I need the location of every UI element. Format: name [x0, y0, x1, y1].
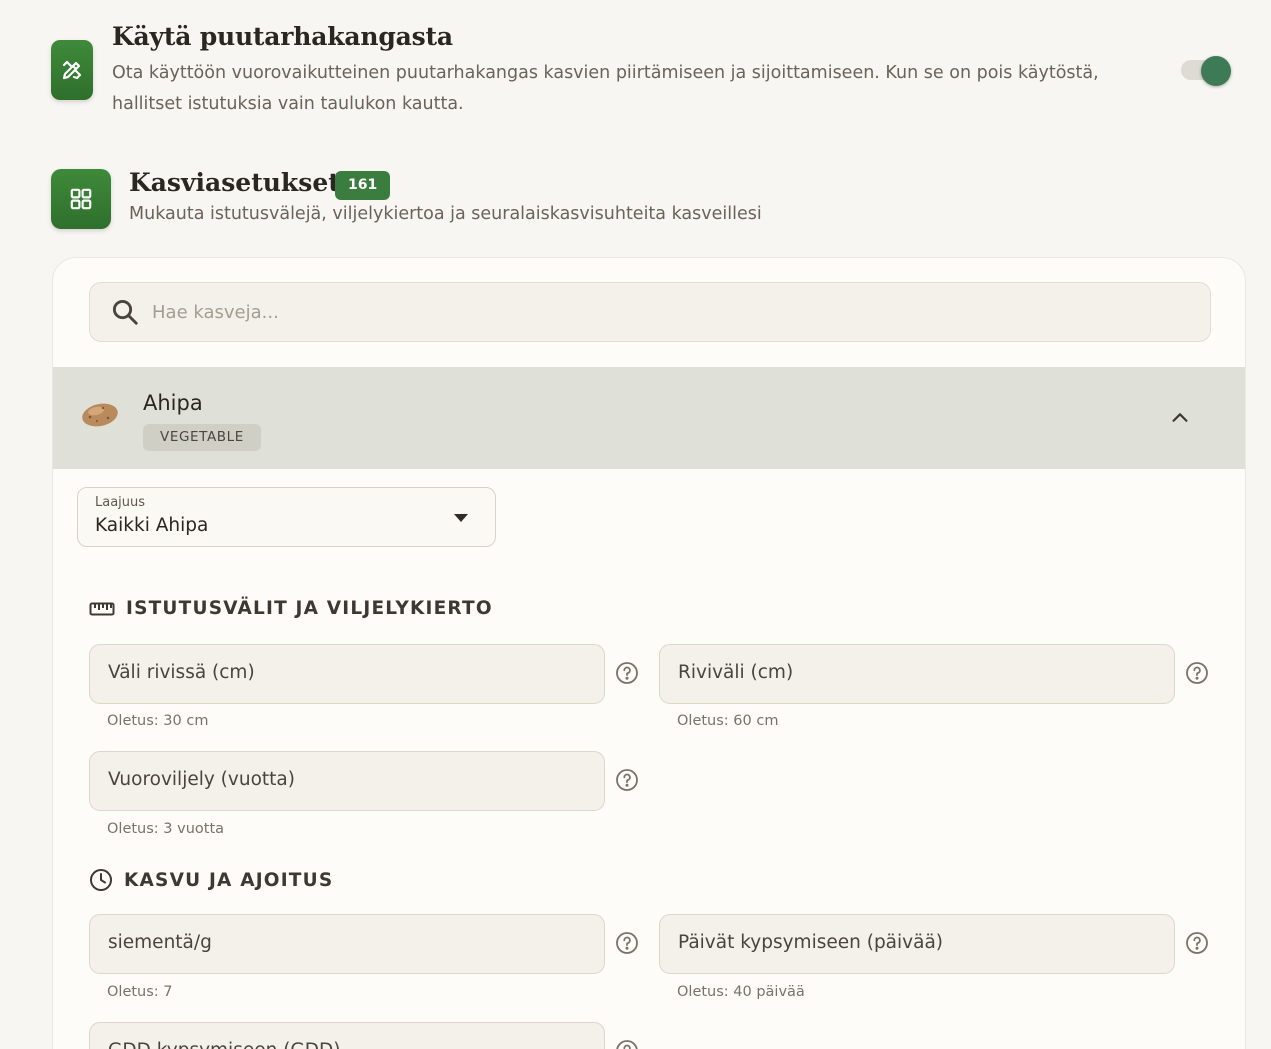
- seeds-per-gram-hint: Oletus: 7: [107, 984, 173, 1000]
- clock-icon: [90, 869, 112, 891]
- row-spacing-hint: Oletus: 60 cm: [677, 713, 779, 729]
- crop-rotation-hint: Oletus: 3 vuotta: [107, 821, 225, 837]
- plant-count-badge: 161: [335, 171, 391, 200]
- canvas-toggle[interactable]: [1181, 54, 1233, 88]
- plant-name: Ahipa: [143, 391, 203, 415]
- field-label: siementä/g: [108, 931, 212, 953]
- section-growth-label: KASVU JA AJOITUS: [124, 869, 334, 891]
- ruler-icon: [89, 602, 115, 615]
- pencil-ruler-icon: [51, 40, 93, 100]
- help-circle-icon[interactable]: [615, 661, 639, 685]
- days-to-maturity-field[interactable]: Päivät kypsymiseen (päivää): [659, 914, 1175, 974]
- chevron-up-icon[interactable]: [1169, 407, 1191, 429]
- section-growth-title: KASVU JA AJOITUS: [89, 868, 333, 892]
- row-spacing-field[interactable]: Riviväli (cm): [659, 644, 1175, 704]
- grid-icon: [51, 169, 111, 229]
- help-circle-icon[interactable]: [615, 768, 639, 792]
- ahipa-tuber-icon: [82, 403, 118, 427]
- plant-settings-card: Ahipa VEGETABLE Laajuus Kaikki Ahipa IST…: [52, 257, 1246, 1049]
- in-row-spacing-field[interactable]: Väli rivissä (cm): [89, 644, 605, 704]
- toggle-thumb: [1201, 56, 1231, 86]
- days-to-maturity-hint: Oletus: 40 päivää: [677, 984, 805, 1000]
- caret-down-icon: [454, 514, 468, 522]
- plant-category-tag: VEGETABLE: [143, 424, 261, 451]
- plant-settings-title: Kasviasetukset: [129, 168, 340, 197]
- help-circle-icon[interactable]: [1185, 661, 1209, 685]
- plant-row-ahipa[interactable]: Ahipa VEGETABLE: [53, 367, 1245, 469]
- scope-select[interactable]: Laajuus Kaikki Ahipa: [77, 487, 496, 547]
- plant-settings-description: Mukauta istutusvälejä, viljelykiertoa ja…: [129, 204, 762, 224]
- crop-rotation-field[interactable]: Vuoroviljely (vuotta): [89, 751, 605, 811]
- gdd-to-maturity-field[interactable]: GDD kypsymiseen (GDD): [89, 1022, 605, 1049]
- plant-settings-header: Kasviasetukset 161 Mukauta istutusvälejä…: [51, 168, 1241, 230]
- field-label: GDD kypsymiseen (GDD): [108, 1040, 340, 1049]
- field-label: Väli rivissä (cm): [108, 661, 255, 683]
- canvas-setting-description: Ota käyttöön vuorovaikutteinen puutarhak…: [112, 63, 1099, 114]
- search-icon: [112, 299, 138, 325]
- canvas-setting-title: Käytä puutarhakangasta: [112, 22, 453, 51]
- field-label: Vuoroviljely (vuotta): [108, 768, 295, 790]
- search-box: [89, 282, 1211, 342]
- field-label: Päivät kypsymiseen (päivää): [678, 931, 943, 953]
- section-spacing-title: ISTUTUSVÄLIT JA VILJELYKIERTO: [89, 598, 493, 619]
- search-input[interactable]: [152, 301, 1152, 323]
- field-label: Riviväli (cm): [678, 661, 794, 683]
- scope-value: Kaikki Ahipa: [95, 515, 209, 536]
- section-spacing-label: ISTUTUSVÄLIT JA VILJELYKIERTO: [126, 598, 493, 619]
- seeds-per-gram-field[interactable]: siementä/g: [89, 914, 605, 974]
- scope-label: Laajuus: [95, 495, 146, 510]
- help-circle-icon[interactable]: [615, 1039, 639, 1049]
- help-circle-icon[interactable]: [615, 931, 639, 955]
- in-row-spacing-hint: Oletus: 30 cm: [107, 713, 209, 729]
- help-circle-icon[interactable]: [1185, 931, 1209, 955]
